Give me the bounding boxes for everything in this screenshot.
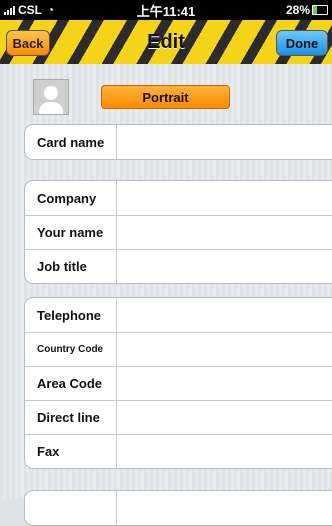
done-button[interactable]: Done — [276, 30, 328, 56]
group-card-name: Card name — [24, 124, 332, 160]
form-row-fax[interactable]: Fax — [25, 434, 332, 468]
field-label: Telephone — [25, 298, 117, 332]
fax-field[interactable] — [117, 435, 332, 468]
battery-percent: 28% — [285, 3, 310, 17]
field-label: Job title — [25, 250, 117, 283]
avatar-head — [44, 86, 58, 100]
field-label: Card name — [25, 125, 117, 159]
form-row-job-title[interactable]: Job title — [25, 249, 332, 283]
field-label: Area Code — [25, 367, 117, 400]
area-code-field[interactable] — [117, 367, 332, 400]
status-time: 上午11:41 — [136, 3, 196, 19]
portrait-button[interactable]: Portrait — [101, 85, 230, 109]
company-field[interactable] — [117, 181, 332, 215]
form-row-your-name[interactable]: Your name — [25, 215, 332, 249]
battery-icon — [312, 5, 328, 15]
job-title-field[interactable] — [117, 250, 332, 283]
wifi-icon: ◔ — [47, 3, 55, 17]
group-phone-info: Telephone Country Code Area Code Direct … — [24, 297, 332, 469]
form-row-telephone[interactable]: Telephone — [25, 298, 332, 332]
avatar-body — [39, 102, 63, 114]
status-left: CSL ◔ — [4, 3, 124, 17]
form-row-area-code[interactable]: Area Code — [25, 366, 332, 400]
form-row-country-code[interactable]: Country Code — [25, 332, 332, 366]
back-button[interactable]: Back — [6, 30, 50, 56]
group-next-partial — [24, 490, 332, 526]
field-label — [25, 491, 117, 525]
form-row-card-name[interactable]: Card name — [25, 125, 332, 159]
form-row-company[interactable]: Company — [25, 181, 332, 215]
field-label: Your name — [25, 216, 117, 249]
field-label: Fax — [25, 435, 117, 468]
direct-line-field[interactable] — [117, 401, 332, 434]
field-label: Company — [25, 181, 117, 215]
partial-field[interactable] — [117, 491, 332, 525]
card-name-field[interactable] — [117, 125, 332, 159]
group-company-info: Company Your name Job title — [24, 180, 332, 284]
carrier-label: CSL — [18, 3, 42, 17]
your-name-field[interactable] — [117, 216, 332, 249]
form-row-partial[interactable] — [25, 491, 332, 525]
field-label: Direct line — [25, 401, 117, 434]
form-row-direct-line[interactable]: Direct line — [25, 400, 332, 434]
avatar-placeholder-icon[interactable] — [33, 79, 69, 115]
status-right: 28% — [208, 3, 328, 17]
field-label: Country Code — [25, 333, 117, 366]
telephone-field[interactable] — [117, 298, 332, 332]
signal-icon — [4, 5, 15, 15]
navigation-bar: Edit Back Done — [0, 20, 332, 64]
status-bar: CSL ◔ 上午11:41 28% — [0, 0, 332, 20]
country-code-field[interactable] — [117, 333, 332, 366]
